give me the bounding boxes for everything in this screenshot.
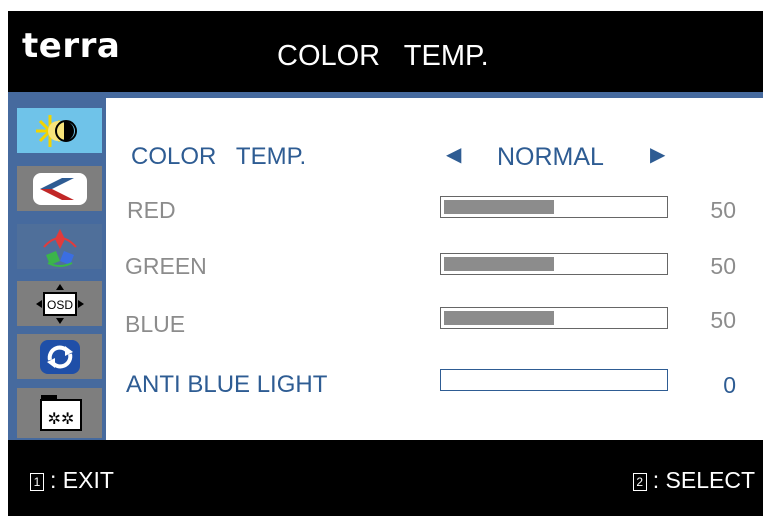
color-temp-label[interactable]: COLOR TEMP. <box>131 143 306 171</box>
color-icon <box>42 228 77 267</box>
sidebar-item-image[interactable] <box>17 166 102 211</box>
green-value: 50 <box>710 253 736 279</box>
color-temp-value[interactable]: NORMAL <box>497 143 604 172</box>
page-title: COLOR TEMP. <box>277 40 489 72</box>
green-slider[interactable] <box>440 253 668 275</box>
red-value: 50 <box>710 197 736 223</box>
osd-settings-icon: OSD <box>35 283 84 324</box>
image-adjust-icon <box>32 172 87 205</box>
blue-slider-fill <box>444 311 554 325</box>
exit-label: : EXIT <box>50 467 114 493</box>
sidebar-item-color[interactable] <box>17 224 102 269</box>
select-label: : SELECT <box>652 467 755 493</box>
svg-text:✲✲: ✲✲ <box>47 409 74 428</box>
svg-text:OSD: OSD <box>46 298 72 312</box>
sidebar-item-setup[interactable]: ✲✲ <box>17 388 102 438</box>
green-label: GREEN <box>125 253 207 279</box>
blue-label: BLUE <box>125 311 186 337</box>
red-slider[interactable] <box>440 196 668 218</box>
anti-blue-light-slider[interactable] <box>440 369 668 391</box>
exit-hint[interactable]: 1 : EXIT <box>30 467 114 494</box>
key-1-icon: 1 <box>30 473 44 491</box>
anti-blue-light-label[interactable]: ANTI BLUE LIGHT <box>126 371 327 399</box>
blue-slider[interactable] <box>440 307 668 329</box>
sidebar-item-osd[interactable]: OSD <box>17 281 102 326</box>
reset-icon <box>39 339 80 374</box>
sidebar-item-brightness[interactable] <box>17 108 102 153</box>
anti-blue-light-value: 0 <box>723 372 736 398</box>
sidebar-item-reset[interactable] <box>17 334 102 379</box>
key-2-icon: 2 <box>632 473 647 491</box>
prev-arrow-icon[interactable]: ◀ <box>446 142 461 167</box>
red-label: RED <box>127 197 176 223</box>
next-arrow-icon[interactable]: ▶ <box>650 142 665 167</box>
green-slider-fill <box>444 257 554 271</box>
setup-icon: ✲✲ <box>39 395 82 431</box>
select-hint[interactable]: 2 : SELECT <box>632 467 755 494</box>
blue-value: 50 <box>710 307 736 333</box>
brand-logo: terra <box>22 26 121 66</box>
brightness-contrast-icon <box>35 114 77 147</box>
red-slider-fill <box>444 200 554 214</box>
